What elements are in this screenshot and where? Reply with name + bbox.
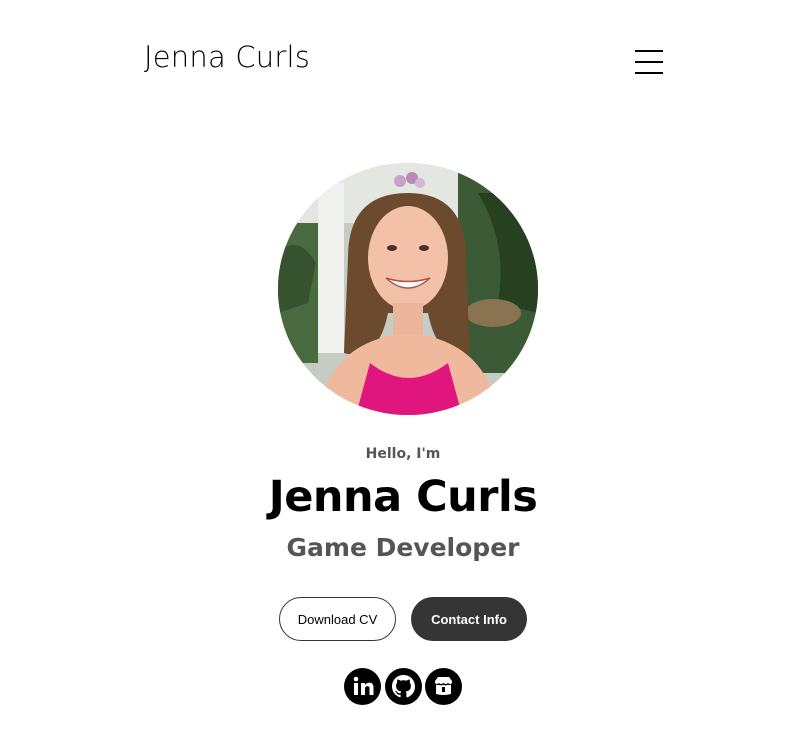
download-cv-button[interactable]: Download CV xyxy=(279,597,396,641)
site-logo[interactable]: Jenna Curls xyxy=(144,40,310,74)
menu-bar-middle xyxy=(635,61,663,63)
greeting-text: Hello, I'm xyxy=(365,446,441,462)
profile-photo-illustration xyxy=(278,163,538,415)
hero-role: Game Developer xyxy=(286,533,520,562)
github-icon[interactable] xyxy=(385,668,422,705)
contact-info-button[interactable]: Contact Info xyxy=(411,597,527,641)
menu-bar-bottom xyxy=(635,72,663,74)
hero-name: Jenna Curls xyxy=(268,472,538,522)
itch-io-icon[interactable] xyxy=(425,668,462,705)
menu-bar-top xyxy=(635,50,663,52)
profile-photo xyxy=(278,163,538,415)
hamburger-menu-icon[interactable] xyxy=(635,50,663,74)
linkedin-icon[interactable] xyxy=(344,668,381,705)
